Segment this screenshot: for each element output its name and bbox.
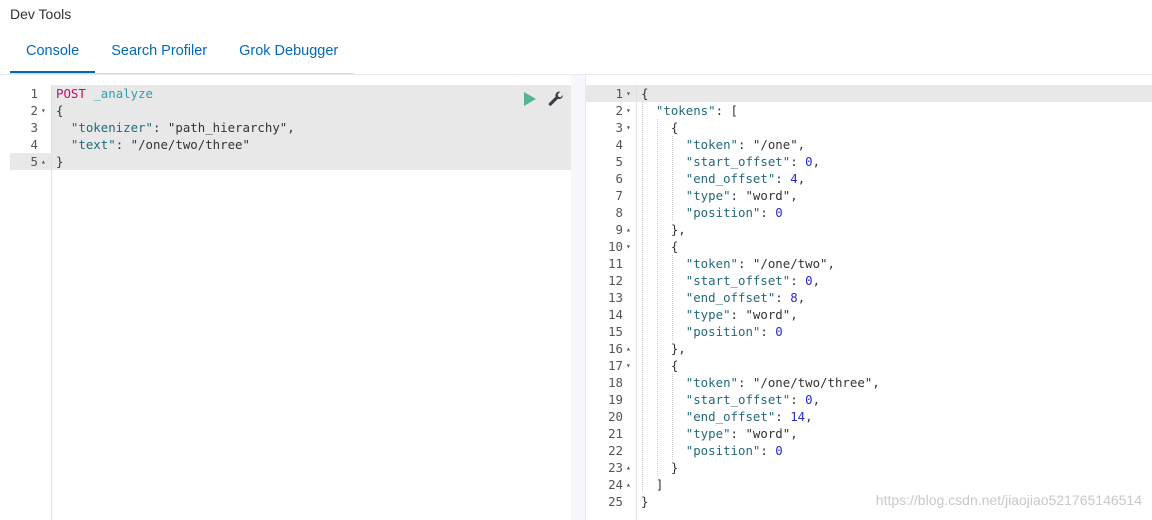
app-title: Dev Tools [10, 6, 72, 22]
line-number: 25 [608, 494, 623, 509]
response-line: } [641, 494, 649, 509]
request-line: POST _analyze [56, 85, 153, 102]
response-line: "start_offset": 0, [685, 392, 821, 407]
line-number: 22 [608, 443, 623, 458]
play-icon[interactable] [523, 91, 537, 107]
json-value: "path_hierarchy" [167, 120, 288, 135]
line-number: 16 [608, 341, 623, 356]
line-number: 3 [30, 120, 38, 135]
wrench-icon[interactable] [547, 90, 565, 108]
response-line: "position": 0 [685, 324, 783, 339]
line-number: 12 [608, 273, 623, 288]
response-line: "end_offset": 4, [685, 171, 806, 186]
json-value: "/one/two/three" [130, 137, 250, 152]
fold-close-icon[interactable]: ▴ [626, 463, 631, 472]
line-number: 2 [30, 103, 38, 118]
response-line: "start_offset": 0, [685, 154, 821, 169]
request-method: POST [56, 86, 86, 101]
line-number: 1 [615, 86, 623, 101]
line-number: 9 [615, 222, 623, 237]
response-line: "end_offset": 8, [685, 290, 806, 305]
watermark: https://blog.csdn.net/jiaojiao5217651465… [875, 492, 1142, 508]
request-gutter-divider [51, 85, 52, 520]
request-line: { [56, 102, 63, 119]
response-line: "start_offset": 0, [685, 273, 821, 288]
json-key: "tokenizer" [70, 120, 153, 135]
line-number: 1 [30, 86, 38, 101]
response-line: }, [641, 222, 686, 237]
line-number: 23 [608, 460, 623, 475]
fold-open-icon[interactable]: ▾ [626, 106, 631, 115]
line-number: 11 [608, 256, 623, 271]
line-number: 20 [608, 409, 623, 424]
fold-close-icon[interactable]: ▴ [626, 480, 631, 489]
response-line: "position": 0 [685, 443, 783, 458]
request-active-line [10, 153, 571, 170]
fold-close-icon[interactable]: ▴ [41, 157, 46, 166]
fold-close-icon[interactable]: ▴ [626, 344, 631, 353]
tab-console[interactable]: Console [10, 33, 96, 73]
response-active-line [586, 85, 1152, 102]
fold-open-icon[interactable]: ▾ [626, 89, 631, 98]
response-line: "type": "word", [685, 307, 798, 322]
line-number: 17 [608, 358, 623, 373]
panel-splitter[interactable] [571, 75, 585, 520]
request-line: } [56, 153, 63, 170]
request-line: "text": "/one/two/three" [70, 137, 250, 152]
line-number: 6 [615, 171, 623, 186]
response-line: "token": "/one/two/three", [685, 375, 880, 390]
fold-close-icon[interactable]: ▴ [626, 225, 631, 234]
response-line: { [641, 120, 679, 135]
close-brace: } [56, 154, 64, 169]
line-number: 2 [615, 103, 623, 118]
tab-bar: Console Search Profiler Grok Debugger [10, 33, 354, 74]
response-line: { [641, 358, 679, 373]
response-gutter-divider [636, 85, 637, 520]
response-line: "type": "word", [685, 188, 798, 203]
response-line: "tokens": [ [655, 103, 738, 118]
fold-open-icon[interactable]: ▾ [626, 361, 631, 370]
line-number: 3 [615, 120, 623, 135]
line-number: 13 [608, 290, 623, 305]
line-number: 19 [608, 392, 623, 407]
line-number: 14 [608, 307, 623, 322]
line-number: 4 [30, 137, 38, 152]
line-number: 18 [608, 375, 623, 390]
request-url: _analyze [93, 86, 153, 101]
response-line: }, [641, 341, 686, 356]
response-editor[interactable]: 1 ▾{2 ▾ "tokens": [3 ▾ {4 "token": "/one", 5… [586, 85, 1152, 520]
line-number: 8 [615, 205, 623, 220]
line-number: 10 [608, 239, 623, 254]
response-line: "position": 0 [685, 205, 783, 220]
fold-open-icon[interactable]: ▾ [41, 106, 46, 115]
tab-search-profiler[interactable]: Search Profiler [95, 33, 223, 73]
json-key: "text" [70, 137, 116, 152]
response-line: "end_offset": 14, [685, 409, 813, 424]
response-line: "type": "word", [685, 426, 798, 441]
line-number: 7 [615, 188, 623, 203]
request-line: "tokenizer": "path_hierarchy", [70, 120, 295, 135]
response-line: "token": "/one/two", [685, 256, 835, 271]
request-editor[interactable]: 1 2 ▾ 3 4 5 ▴ POST _analyze { "tokenizer… [10, 85, 571, 520]
line-number: 5 [615, 154, 623, 169]
fold-open-icon[interactable]: ▾ [626, 242, 631, 251]
response-line: { [641, 86, 649, 101]
response-line: } [641, 460, 679, 475]
line-number: 4 [615, 137, 623, 152]
line-number: 5 [30, 154, 38, 169]
response-line: ] [641, 477, 664, 492]
line-number: 15 [608, 324, 623, 339]
fold-open-icon[interactable]: ▾ [626, 123, 631, 132]
line-number: 24 [608, 477, 623, 492]
tab-grok-debugger[interactable]: Grok Debugger [223, 33, 354, 73]
open-brace: { [56, 103, 64, 118]
response-line: "token": "/one", [685, 137, 806, 152]
line-number: 21 [608, 426, 623, 441]
response-line: { [641, 239, 679, 254]
